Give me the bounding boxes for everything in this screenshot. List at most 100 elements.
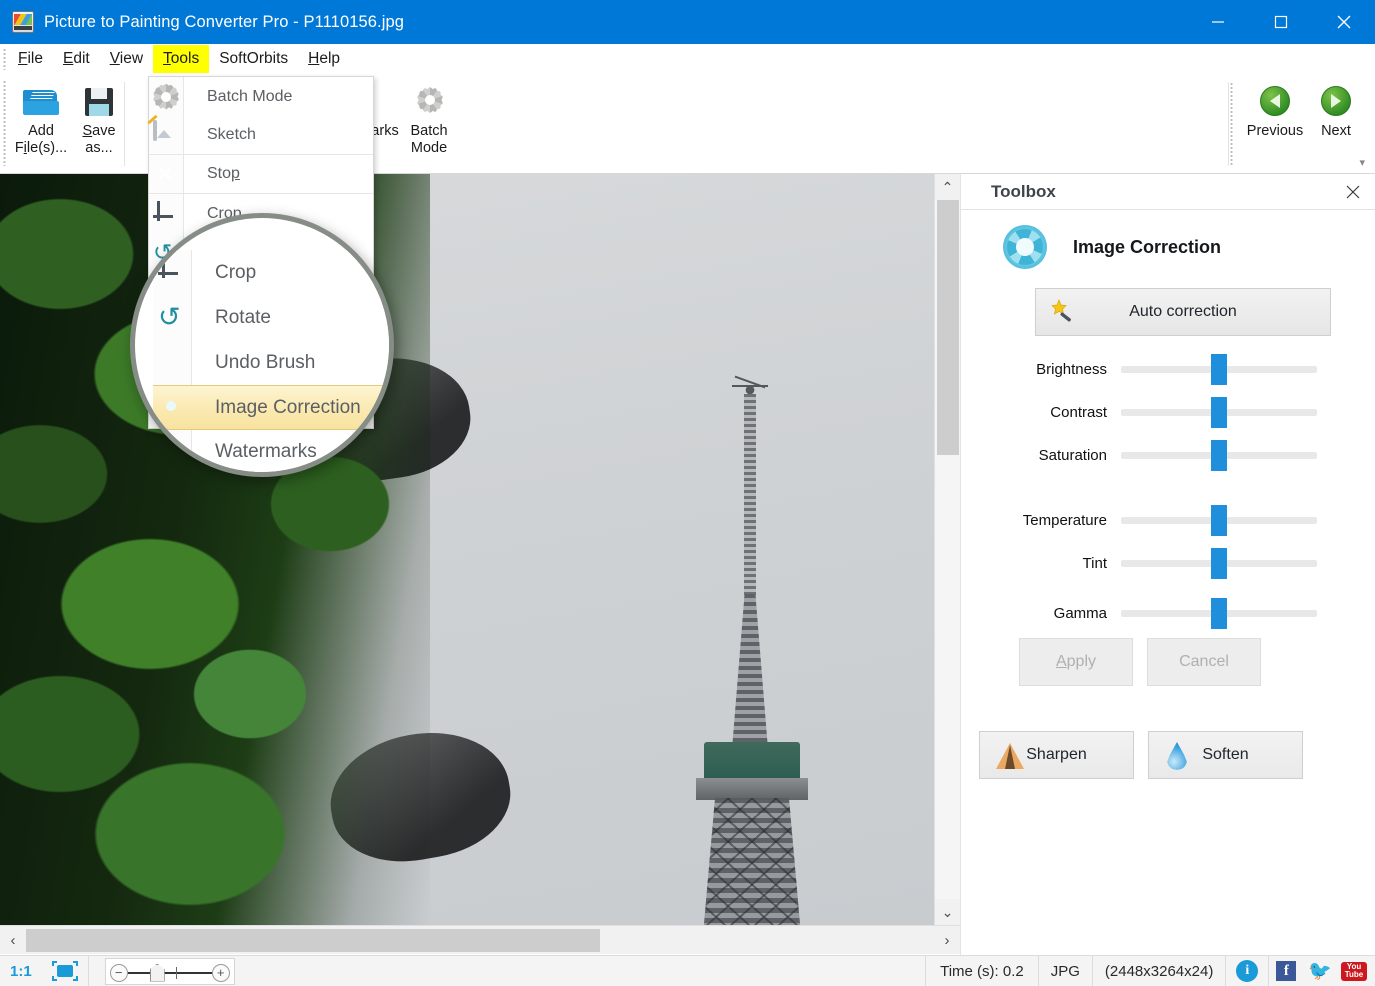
ribbon-expand-glyph[interactable]: ▾	[1359, 156, 1365, 169]
slider-saturation-track[interactable]	[1121, 439, 1317, 471]
slider-saturation-thumb[interactable]	[1211, 439, 1227, 471]
cancel-button[interactable]: Cancel	[1147, 638, 1261, 686]
ribbon-next-button[interactable]: Next	[1305, 78, 1367, 170]
slider-temperature[interactable]: Temperature	[961, 504, 1375, 536]
crop-icon	[158, 258, 188, 288]
vscroll-down-arrow[interactable]: ⌄	[935, 899, 960, 925]
vscroll-thumb[interactable]	[937, 200, 959, 455]
app-palette-icon	[12, 11, 34, 33]
ribbon-next-label: Next	[1321, 123, 1351, 139]
ribbon-batch-mode-label-2: Mode	[410, 140, 448, 156]
toolbox-section-title: Image Correction	[1073, 236, 1222, 257]
application-window: Picture to Painting Converter Pro - P111…	[0, 0, 1375, 986]
zoom-slider-cell[interactable]: − +	[89, 956, 251, 986]
zoom-out-button[interactable]: −	[109, 963, 128, 982]
stop-icon	[153, 161, 179, 187]
slider-gamma-track[interactable]	[1121, 597, 1317, 629]
close-button[interactable]	[1312, 0, 1375, 44]
image-correction-icon	[158, 393, 188, 423]
vscroll-up-arrow[interactable]: ⌃	[935, 174, 960, 200]
twitter-link[interactable]: 🐦	[1303, 956, 1337, 986]
folder-open-icon	[21, 82, 61, 120]
zoom-slider-handle[interactable]	[149, 963, 165, 982]
toolbox-close-button[interactable]	[1341, 180, 1365, 204]
ribbon-separator-2	[1228, 82, 1229, 166]
menu-item-sketch[interactable]: Sketch	[149, 116, 373, 155]
menu-file[interactable]: File	[8, 45, 53, 73]
youtube-link[interactable]: You Tube	[1337, 956, 1375, 986]
slider-gamma-thumb[interactable]	[1211, 597, 1227, 629]
slider-brightness[interactable]: Brightness	[961, 353, 1375, 385]
ribbon-separator-1	[124, 82, 125, 166]
slider-tint-track[interactable]	[1121, 547, 1317, 579]
auto-correction-button[interactable]: Auto correction	[1035, 288, 1331, 336]
menu-item-sketch-label: Sketch	[207, 126, 256, 143]
slider-temperature-thumb[interactable]	[1211, 504, 1227, 536]
hscroll-right-arrow[interactable]: ›	[934, 926, 960, 955]
ribbon-previous-button[interactable]: Previous	[1240, 78, 1310, 170]
fit-to-window-button[interactable]	[42, 955, 89, 986]
magnified-menu-item-crop[interactable]: Crop	[153, 250, 389, 295]
sharpen-button[interactable]: Sharpen	[979, 731, 1134, 779]
zoom-ratio-label: 1:1	[10, 962, 32, 980]
maximize-button[interactable]	[1249, 0, 1312, 44]
slider-temperature-track[interactable]	[1121, 504, 1317, 536]
menu-view[interactable]: View	[100, 45, 153, 73]
arrow-right-circle-icon	[1316, 82, 1356, 120]
watermark-letter-a-icon: A	[158, 437, 188, 467]
menu-softorbits[interactable]: SoftOrbits	[209, 45, 298, 73]
menu-item-batch-mode[interactable]: Batch Mode	[149, 77, 373, 116]
magnified-menu-item-watermarks[interactable]: A Watermarks	[153, 430, 389, 472]
slider-tint[interactable]: Tint	[961, 547, 1375, 579]
slider-contrast-track[interactable]	[1121, 396, 1317, 428]
facebook-icon: f	[1276, 961, 1297, 981]
slider-brightness-track[interactable]	[1121, 353, 1317, 385]
twitter-icon: 🐦	[1308, 960, 1332, 982]
toolbox-section-header: Image Correction	[961, 220, 1375, 274]
zoom-in-button[interactable]: +	[211, 963, 230, 982]
image-correction-icon	[1003, 225, 1047, 269]
slider-gamma[interactable]: Gamma	[961, 597, 1375, 629]
menu-item-stop-label: Stop	[207, 165, 240, 182]
magnified-menu-item-image-correction[interactable]: Image Correction	[153, 385, 389, 430]
ribbon-grip	[3, 80, 6, 166]
menu-tools[interactable]: Tools	[153, 45, 210, 73]
magnified-menu-item-undo-brush[interactable]: Undo Brush	[153, 340, 389, 385]
hscroll-thumb[interactable]	[26, 929, 600, 952]
menu-item-batch-mode-label: Batch Mode	[207, 87, 293, 105]
magnified-menu-item-rotate[interactable]: ↺ Rotate	[153, 295, 389, 340]
menu-view-label: iew	[119, 50, 144, 67]
info-icon: i	[1236, 960, 1259, 982]
slider-saturation[interactable]: Saturation	[961, 439, 1375, 471]
menu-tools-label: ools	[170, 50, 200, 67]
ribbon-add-files-button[interactable]: Add File(s)...	[8, 78, 74, 170]
slider-contrast-thumb[interactable]	[1211, 396, 1227, 428]
magic-wand-icon	[1051, 299, 1071, 322]
slider-brightness-thumb[interactable]	[1211, 353, 1227, 385]
soften-button[interactable]: Soften	[1148, 731, 1303, 779]
water-drop-icon	[1167, 742, 1187, 770]
youtube-icon-bottom: Tube	[1344, 970, 1364, 979]
menu-item-stop[interactable]: Stop	[149, 155, 373, 194]
zoom-slider[interactable]: − +	[104, 957, 235, 985]
magnified-menu-item-undo-brush-label: Undo Brush	[215, 351, 316, 373]
rotate-icon: ↺	[158, 301, 181, 332]
canvas-vertical-scrollbar[interactable]: ⌃ ⌄	[934, 174, 960, 925]
ribbon-save-as-button[interactable]: Save as...	[66, 78, 132, 170]
hscroll-left-arrow[interactable]: ‹	[0, 926, 26, 955]
ribbon-batch-mode-button[interactable]: Batch Mode	[396, 78, 462, 170]
slider-tint-thumb[interactable]	[1211, 547, 1227, 579]
menu-edit[interactable]: Edit	[53, 45, 100, 73]
info-button[interactable]: i	[1226, 955, 1270, 986]
zoom-ratio-cell[interactable]: 1:1	[0, 956, 42, 986]
zoom-slider-track	[119, 971, 220, 974]
processing-time: Time (s): 0.2	[926, 955, 1039, 986]
minimize-button[interactable]	[1186, 0, 1249, 44]
apply-button[interactable]: Apply	[1019, 638, 1133, 686]
menu-help[interactable]: Help	[298, 45, 350, 73]
facebook-link[interactable]: f	[1269, 956, 1303, 986]
apply-button-label: Apply	[1055, 653, 1097, 670]
gear-icon	[153, 83, 179, 110]
slider-contrast[interactable]: Contrast	[961, 396, 1375, 428]
canvas-horizontal-scrollbar[interactable]: ‹ ›	[0, 925, 960, 954]
